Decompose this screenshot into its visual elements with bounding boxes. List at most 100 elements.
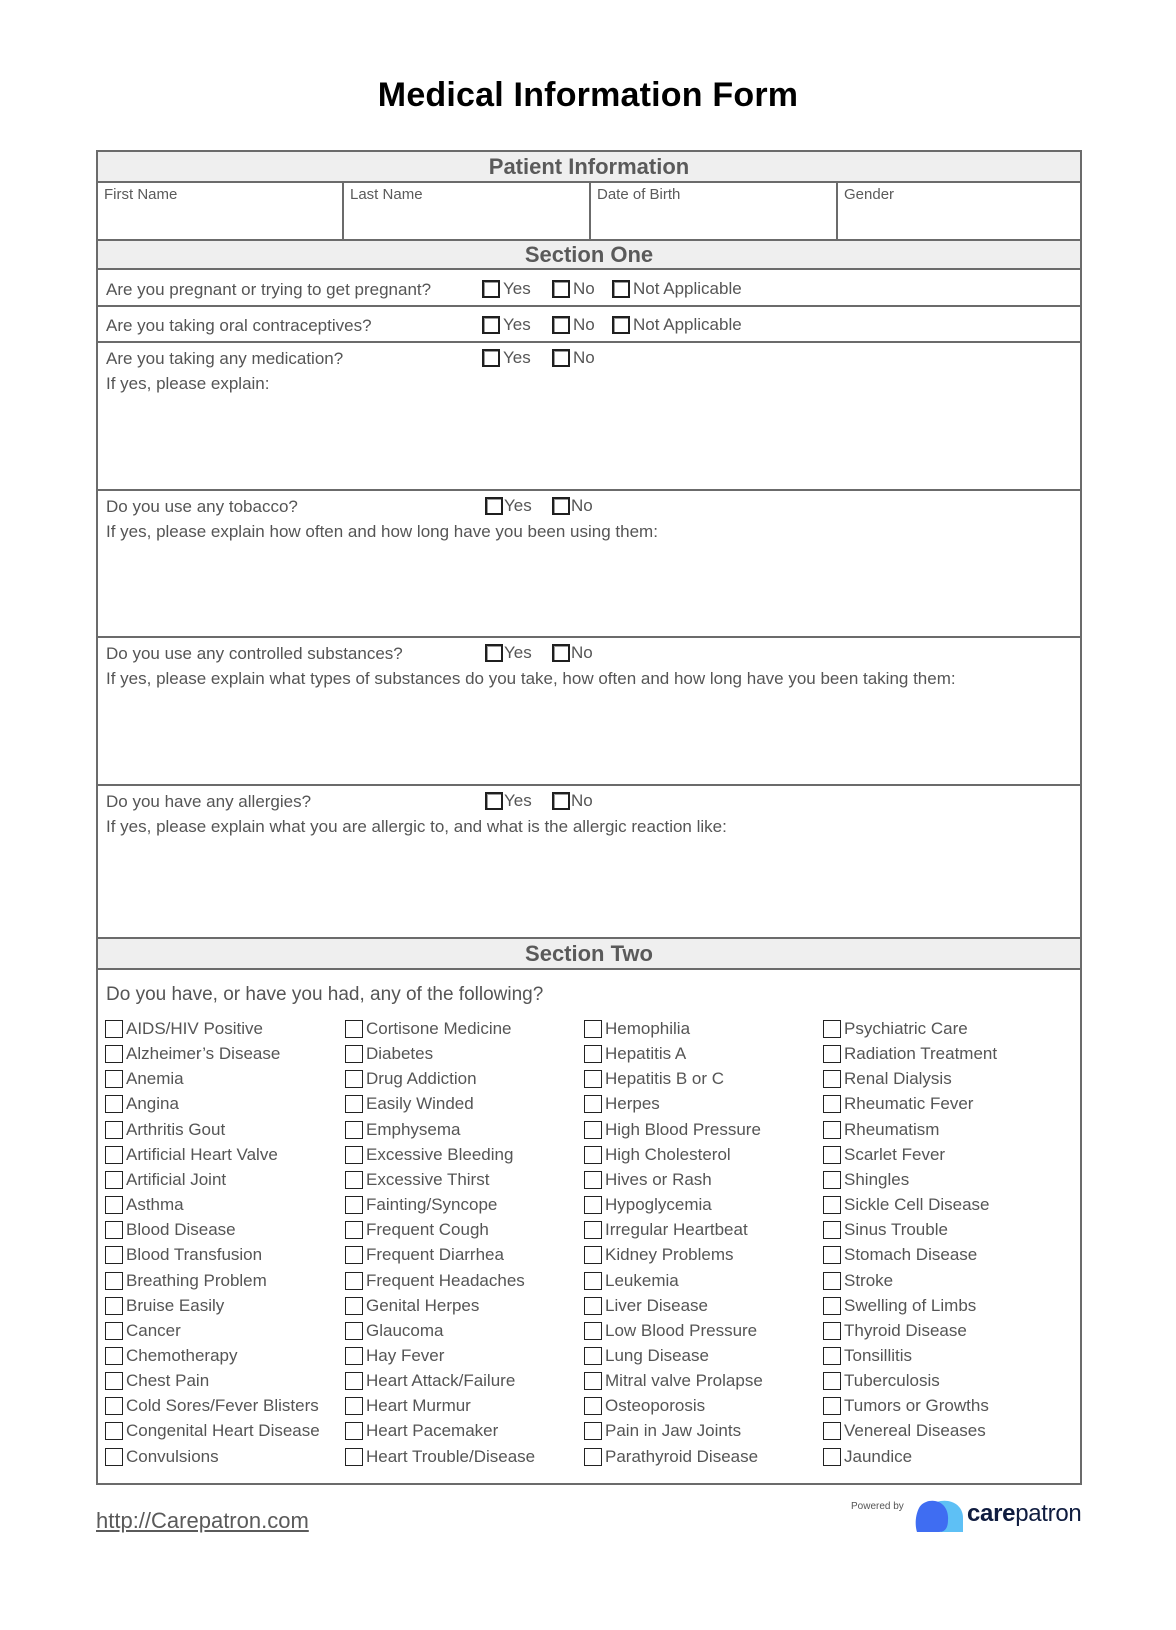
condition-item[interactable]: Osteoporosis	[584, 1395, 705, 1417]
condition-item[interactable]: Excessive Thirst	[345, 1169, 489, 1191]
checkbox[interactable]	[823, 1246, 841, 1265]
pregnant-yes-option[interactable]: Yes	[482, 279, 531, 299]
condition-item[interactable]: Leukemia	[584, 1270, 679, 1292]
checkbox[interactable]	[584, 1296, 602, 1315]
condition-item[interactable]: Cancer	[105, 1320, 181, 1342]
condition-item[interactable]: Emphysema	[345, 1119, 460, 1141]
checkbox[interactable]	[823, 1221, 841, 1240]
checkbox[interactable]	[552, 792, 570, 810]
checkbox[interactable]	[105, 1070, 123, 1089]
checkbox[interactable]	[823, 1422, 841, 1441]
checkbox[interactable]	[105, 1196, 123, 1215]
condition-item[interactable]: Herpes	[584, 1093, 660, 1115]
checkbox[interactable]	[345, 1070, 363, 1089]
checkbox[interactable]	[345, 1296, 363, 1315]
checkbox[interactable]	[345, 1321, 363, 1340]
condition-item[interactable]: Blood Transfusion	[105, 1244, 262, 1266]
checkbox[interactable]	[823, 1120, 841, 1139]
checkbox[interactable]	[552, 644, 570, 662]
condition-item[interactable]: Lung Disease	[584, 1345, 709, 1367]
contraceptives-yes-option[interactable]: Yes	[482, 315, 531, 335]
condition-item[interactable]: Heart Pacemaker	[345, 1420, 498, 1442]
condition-item[interactable]: Parathyroid Disease	[584, 1446, 758, 1468]
condition-item[interactable]: Hay Fever	[345, 1345, 444, 1367]
checkbox[interactable]	[105, 1145, 123, 1164]
checkbox[interactable]	[584, 1020, 602, 1038]
checkbox[interactable]	[823, 1271, 841, 1290]
checkbox[interactable]	[345, 1145, 363, 1164]
checkbox[interactable]	[105, 1120, 123, 1139]
checkbox[interactable]	[105, 1397, 123, 1416]
condition-item[interactable]: Mitral valve Prolapse	[584, 1370, 763, 1392]
checkbox[interactable]	[105, 1271, 123, 1290]
allergies-yes-option[interactable]: Yes	[485, 791, 532, 811]
checkbox[interactable]	[823, 1447, 841, 1466]
tobacco-no-option[interactable]: No	[552, 496, 593, 516]
condition-item[interactable]: Heart Murmur	[345, 1395, 471, 1417]
checkbox[interactable]	[823, 1321, 841, 1340]
condition-item[interactable]: Fainting/Syncope	[345, 1194, 497, 1216]
condition-item[interactable]: Asthma	[105, 1194, 184, 1216]
condition-item[interactable]: Alzheimer’s Disease	[105, 1043, 280, 1065]
checkbox[interactable]	[823, 1296, 841, 1315]
contraceptives-not-applicable-option[interactable]: Not Applicable	[612, 315, 742, 335]
condition-item[interactable]: Glaucoma	[345, 1320, 443, 1342]
condition-item[interactable]: Chemotherapy	[105, 1345, 238, 1367]
carepatron-link[interactable]: http://Carepatron.com	[96, 1508, 309, 1534]
condition-item[interactable]: Hepatitis B or C	[584, 1068, 724, 1090]
condition-item[interactable]: Irregular Heartbeat	[584, 1219, 748, 1241]
checkbox[interactable]	[345, 1095, 363, 1114]
first-name-field[interactable]: First Name	[98, 183, 344, 239]
checkbox[interactable]	[345, 1120, 363, 1139]
checkbox[interactable]	[345, 1271, 363, 1290]
checkbox[interactable]	[485, 792, 503, 810]
checkbox[interactable]	[482, 316, 500, 334]
condition-item[interactable]: Swelling of Limbs	[823, 1295, 976, 1317]
checkbox[interactable]	[584, 1170, 602, 1189]
checkbox[interactable]	[345, 1020, 363, 1038]
checkbox[interactable]	[584, 1422, 602, 1441]
date-of-birth-field[interactable]: Date of Birth	[591, 183, 838, 239]
condition-item[interactable]: Arthritis Gout	[105, 1119, 225, 1141]
checkbox[interactable]	[823, 1145, 841, 1164]
condition-item[interactable]: Bruise Easily	[105, 1295, 224, 1317]
condition-item[interactable]: High Blood Pressure	[584, 1119, 761, 1141]
condition-item[interactable]: Frequent Diarrhea	[345, 1244, 504, 1266]
medication-explain-area[interactable]	[98, 397, 1080, 487]
checkbox[interactable]	[823, 1095, 841, 1114]
condition-item[interactable]: Cortisone Medicine	[345, 1018, 512, 1040]
checkbox[interactable]	[584, 1447, 602, 1466]
condition-item[interactable]: Tonsillitis	[823, 1345, 912, 1367]
checkbox[interactable]	[584, 1095, 602, 1114]
condition-item[interactable]: Sickle Cell Disease	[823, 1194, 990, 1216]
checkbox[interactable]	[482, 349, 500, 367]
tobacco-yes-option[interactable]: Yes	[485, 496, 532, 516]
checkbox[interactable]	[345, 1397, 363, 1416]
condition-item[interactable]: Shingles	[823, 1169, 909, 1191]
checkbox[interactable]	[552, 280, 570, 298]
condition-item[interactable]: Stroke	[823, 1270, 893, 1292]
checkbox[interactable]	[823, 1020, 841, 1038]
condition-item[interactable]: Excessive Bleeding	[345, 1144, 513, 1166]
condition-item[interactable]: Rheumatic Fever	[823, 1093, 973, 1115]
tobacco-explain-area[interactable]	[98, 545, 1080, 635]
condition-item[interactable]: Breathing Problem	[105, 1270, 267, 1292]
condition-item[interactable]: Hypoglycemia	[584, 1194, 712, 1216]
checkbox[interactable]	[823, 1170, 841, 1189]
checkbox[interactable]	[584, 1246, 602, 1265]
condition-item[interactable]: Tuberculosis	[823, 1370, 940, 1392]
condition-item[interactable]: Chest Pain	[105, 1370, 209, 1392]
checkbox[interactable]	[105, 1422, 123, 1441]
checkbox[interactable]	[584, 1045, 602, 1064]
checkbox[interactable]	[584, 1271, 602, 1290]
condition-item[interactable]: Psychiatric Care	[823, 1018, 968, 1040]
condition-item[interactable]: Liver Disease	[584, 1295, 708, 1317]
checkbox[interactable]	[105, 1170, 123, 1189]
pregnant-no-option[interactable]: No	[552, 279, 595, 299]
condition-item[interactable]: Heart Attack/Failure	[345, 1370, 515, 1392]
condition-item[interactable]: Diabetes	[345, 1043, 433, 1065]
checkbox[interactable]	[105, 1246, 123, 1265]
checkbox[interactable]	[612, 280, 630, 298]
checkbox[interactable]	[105, 1346, 123, 1365]
condition-item[interactable]: Drug Addiction	[345, 1068, 477, 1090]
